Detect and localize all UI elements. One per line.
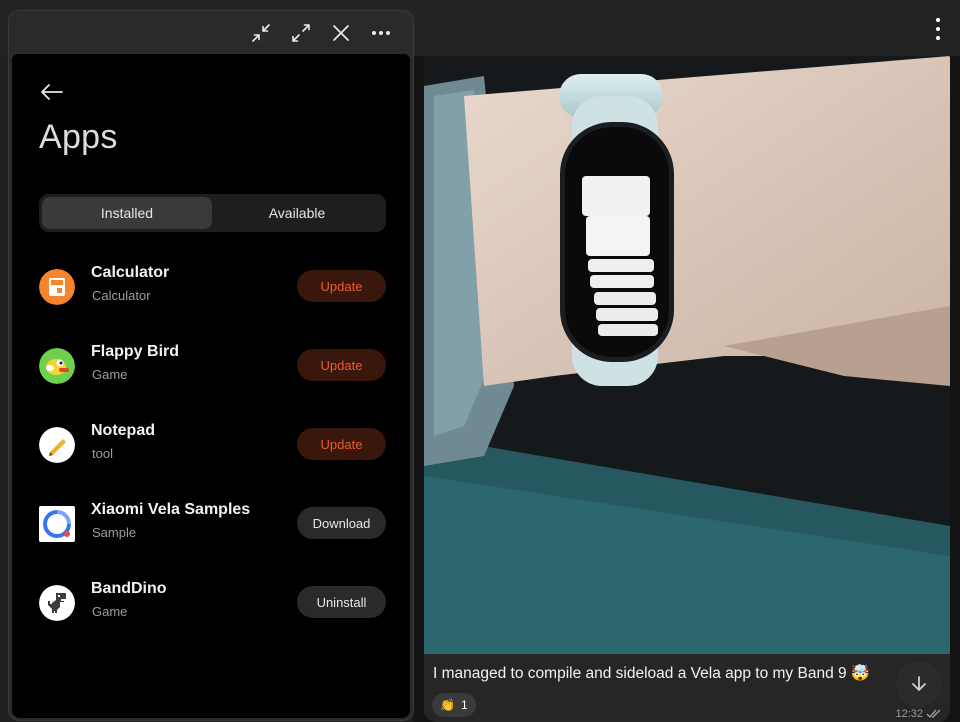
app-name: Calculator <box>91 264 170 281</box>
update-button[interactable]: Update <box>297 349 386 381</box>
list-item[interactable]: Xiaomi Vela Samples Sample Download <box>39 501 386 548</box>
message-photo[interactable] <box>424 56 950 654</box>
tab-segmented-control: Installed Available <box>39 194 386 232</box>
close-icon[interactable] <box>329 21 353 45</box>
app-name: Notepad <box>91 422 155 439</box>
dino-icon <box>39 585 75 621</box>
list-item[interactable]: BandDino Game Uninstall <box>39 580 386 627</box>
page-title: Apps <box>39 118 118 156</box>
scroll-down-button[interactable] <box>896 661 942 707</box>
message-caption: I managed to compile and sideload a Vela… <box>433 665 871 682</box>
list-item[interactable]: Calculator Calculator Update <box>39 264 386 311</box>
list-item[interactable]: Notepad tool Update <box>39 422 386 469</box>
tab-installed[interactable]: Installed <box>42 197 212 229</box>
chat-menu-icon[interactable] <box>930 18 946 40</box>
list-item[interactable]: Flappy Bird Game Update <box>39 343 386 390</box>
app-name: Flappy Bird <box>91 343 180 360</box>
vela-samples-icon <box>39 506 75 542</box>
message-bubble[interactable]: I managed to compile and sideload a Vela… <box>424 56 950 722</box>
flappy-bird-icon <box>39 348 75 384</box>
more-icon[interactable] <box>369 21 393 45</box>
maximize-icon[interactable] <box>289 21 313 45</box>
download-button[interactable]: Download <box>297 507 386 539</box>
floating-window: Apps Installed Available Calculator Calc… <box>9 11 413 720</box>
update-button[interactable]: Update <box>297 428 386 460</box>
calculator-icon <box>39 269 75 305</box>
reaction-count: 1 <box>460 698 468 712</box>
app-name: BandDino <box>91 580 167 597</box>
reaction-badge[interactable]: 👏 1 <box>432 693 476 717</box>
app-category: Sample <box>92 525 137 540</box>
window-title-bar[interactable] <box>9 11 413 55</box>
clap-emoji: 👏 <box>440 698 455 712</box>
app-category: Game <box>92 367 128 382</box>
message-time: 12:32 <box>895 708 923 720</box>
app-category: tool <box>92 446 113 461</box>
read-checks-icon <box>926 709 941 719</box>
uninstall-button[interactable]: Uninstall <box>297 586 386 618</box>
notepad-icon <box>39 427 75 463</box>
back-arrow-icon[interactable] <box>38 78 66 106</box>
app-category: Game <box>92 604 128 619</box>
minimize-icon[interactable] <box>249 21 273 45</box>
update-button[interactable]: Update <box>297 270 386 302</box>
message-timestamp: 12:32 <box>895 708 942 720</box>
apps-screen: Apps Installed Available Calculator Calc… <box>12 54 410 718</box>
app-name: Xiaomi Vela Samples <box>91 501 251 518</box>
arrow-down-icon <box>912 676 926 691</box>
tab-available[interactable]: Available <box>212 197 382 229</box>
app-category: Calculator <box>92 288 151 303</box>
